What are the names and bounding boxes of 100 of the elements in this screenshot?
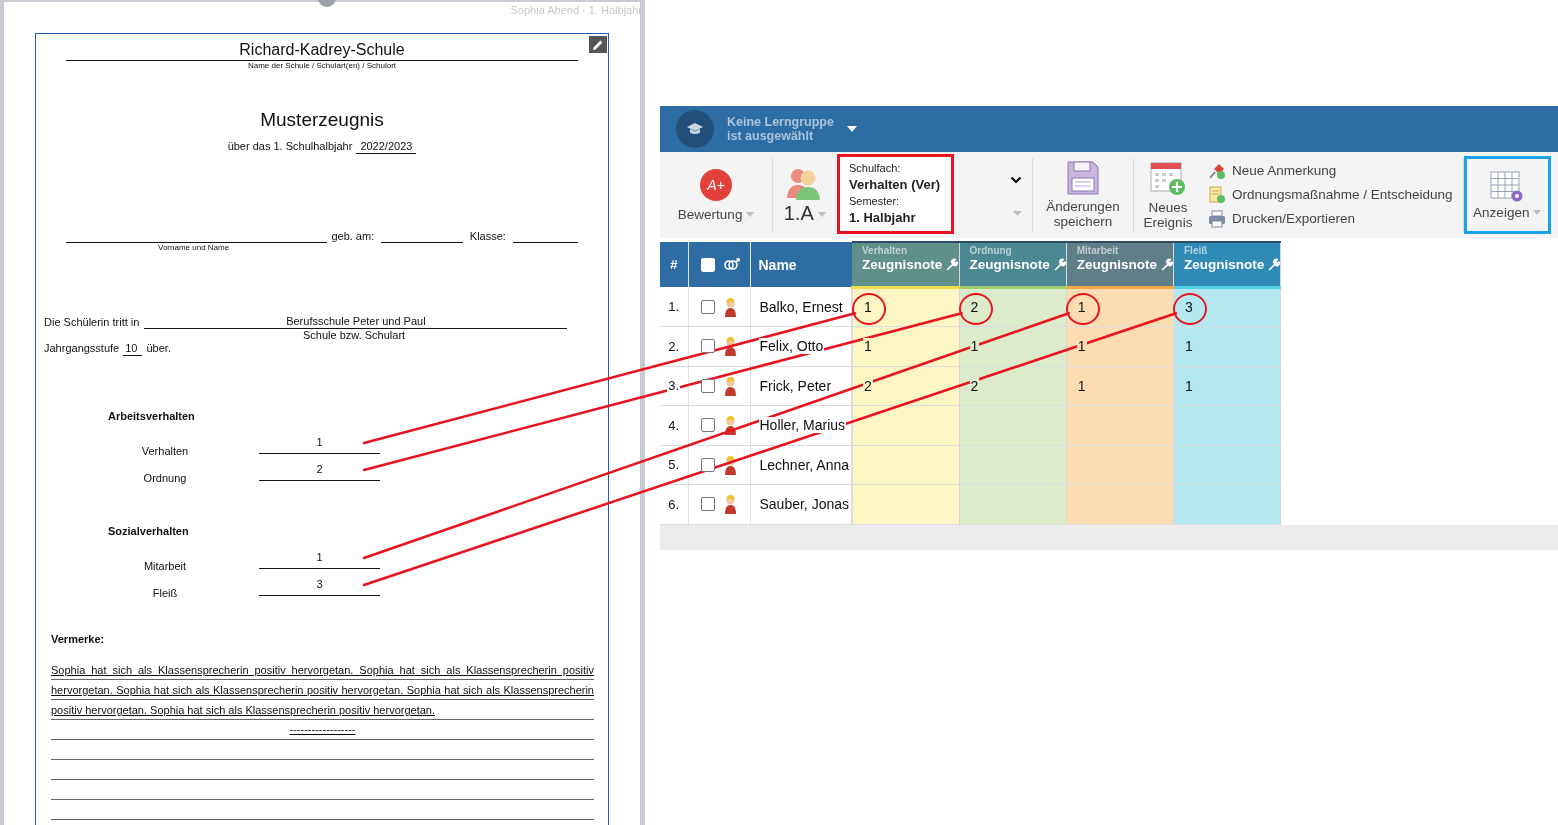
document-title: Musterzeugnis <box>259 109 385 131</box>
person-icon <box>722 454 738 475</box>
person-icon <box>722 415 738 436</box>
save-button[interactable]: Änderungen speichern <box>1033 152 1133 238</box>
row-checkbox[interactable] <box>700 299 715 314</box>
grid-settings-icon <box>1490 170 1525 203</box>
section-title: Sozialverhalten <box>108 524 190 538</box>
wrench-icon[interactable] <box>1160 258 1173 271</box>
wrench-icon[interactable] <box>1052 258 1066 271</box>
row-checkbox[interactable] <box>700 378 715 393</box>
level-suffix: über. <box>146 341 171 356</box>
grade-column-header[interactable]: Fleiß Zeugnisnote <box>1173 242 1281 287</box>
grade-cell[interactable] <box>1066 484 1174 524</box>
grade-cell[interactable] <box>1066 405 1174 445</box>
person-icon <box>722 336 738 357</box>
grading-button[interactable]: A+ Bewertung <box>660 152 772 238</box>
transfer-school: Berufsschule Peter und Paul <box>144 314 568 329</box>
class-label: Klasse: <box>469 229 506 243</box>
grade-column-header[interactable]: Verhalten Zeugnisnote <box>852 242 959 287</box>
toolbar-action[interactable]: Ordnungsmaßnahme / Entscheidung <box>1208 185 1453 205</box>
chevron-down-icon[interactable] <box>1010 176 1022 184</box>
row-checkbox[interactable] <box>700 457 715 472</box>
grade-label: Verhalten <box>140 444 190 458</box>
grade-value: 2 <box>259 461 380 481</box>
section-title: Arbeitsverhalten <box>108 409 196 423</box>
grade-cell[interactable]: 2 <box>959 366 1067 406</box>
grade-column-header[interactable]: Mitarbeit Zeugnisnote <box>1066 242 1174 287</box>
grade-column-header[interactable]: Ordnung Zeugnisnote <box>959 242 1067 287</box>
caret-icon <box>818 211 827 217</box>
grade-cell[interactable]: 1 <box>1066 287 1174 327</box>
wrench-icon[interactable] <box>945 258 959 271</box>
grade-label: Fleiß <box>151 586 179 600</box>
school-caption: Name der Schule / Schulart(en) / Schulort <box>246 61 398 71</box>
caret-icon <box>746 212 755 218</box>
column-header: Name <box>750 242 852 287</box>
grade-cell[interactable] <box>1173 484 1281 524</box>
pin-icon <box>1208 162 1226 180</box>
printer-icon <box>1208 210 1226 228</box>
student-name: Felix, Otto <box>758 338 825 355</box>
grade-cell[interactable] <box>959 484 1067 524</box>
grade-cell[interactable] <box>1066 445 1174 485</box>
row-number: 1. <box>667 299 681 314</box>
display-button[interactable]: Anzeigen <box>1463 156 1551 234</box>
grade-cell[interactable]: 1 <box>1173 366 1281 406</box>
school-name: Richard-Kadrey-Schule <box>66 40 578 61</box>
grade-cell[interactable] <box>959 445 1067 485</box>
row-number: 3. <box>667 378 681 394</box>
wrench-icon[interactable] <box>1267 258 1281 271</box>
grade-cell[interactable]: 1 <box>1066 366 1174 406</box>
person-icon <box>722 296 738 317</box>
name-caption: Vorname und Name <box>158 243 231 253</box>
student-name: Sauber, Jonas <box>758 496 850 513</box>
document-icon <box>1208 186 1226 204</box>
select-all-checkbox[interactable] <box>700 257 715 272</box>
toolbar-action[interactable]: Drucken/Exportieren <box>1208 209 1453 229</box>
student-name: Lechner, Anna <box>758 456 851 473</box>
class-selector[interactable]: 1.A <box>773 152 837 238</box>
grade-cell[interactable] <box>959 405 1067 445</box>
person-icon <box>722 375 738 396</box>
remarks-label: Vermerke: <box>51 632 106 646</box>
toolbar-action[interactable]: Neue Anmerkung <box>1208 161 1453 181</box>
row-checkbox[interactable] <box>700 497 715 512</box>
gender-icon <box>722 257 740 272</box>
grade-cell[interactable]: 2 <box>959 287 1067 327</box>
subject-selector[interactable]: Schulfach: Verhalten (Ver) Semester: 1. Halbjahr <box>837 154 954 234</box>
student-name: Balko, Ernest <box>758 298 844 315</box>
new-event-button[interactable]: Neues Ereignis <box>1134 152 1202 238</box>
grade-value: 1 <box>259 434 380 454</box>
separator-text: ------------------ <box>288 722 357 737</box>
period-label: über das 1. Schulhalbjahr <box>227 139 353 154</box>
grade-cell[interactable] <box>852 484 959 524</box>
grade-cell[interactable]: 1 <box>1173 326 1281 366</box>
grade-cell[interactable]: 1 <box>852 287 959 327</box>
grade-value: 3 <box>259 576 380 596</box>
grade-cell[interactable] <box>1173 405 1281 445</box>
grade-label: Ordnung <box>142 471 188 485</box>
person-icon <box>722 494 738 515</box>
student-name: Holler, Marius <box>758 417 847 434</box>
school-year: 2022/2023 <box>356 139 417 154</box>
grade-label: Mitarbeit <box>142 559 188 573</box>
transfer-caption: Schule bzw. Schulart <box>303 329 407 341</box>
transfer-label: Die Schülerin tritt in <box>44 315 140 329</box>
edit-icon[interactable] <box>589 36 607 53</box>
row-checkbox[interactable] <box>700 339 715 354</box>
graduation-cap-icon[interactable] <box>676 110 714 148</box>
grade-cell[interactable] <box>852 445 959 485</box>
level-label: Jahrgangsstufe <box>44 341 120 356</box>
row-checkbox[interactable] <box>700 418 715 433</box>
caret-icon <box>1533 210 1542 216</box>
level-value: 10 <box>123 341 143 356</box>
birth-label: geb. am: <box>331 229 375 243</box>
grade-cell[interactable] <box>1173 445 1281 485</box>
grade-value: 1 <box>259 549 380 569</box>
grade-cell[interactable] <box>852 405 959 445</box>
drag-handle-icon[interactable] <box>318 0 336 7</box>
caret-icon[interactable] <box>845 125 858 133</box>
column-header: # <box>660 242 688 287</box>
grade-cell[interactable]: 3 <box>1173 287 1281 327</box>
grade-cell[interactable]: 1 <box>1066 326 1174 366</box>
student-name: Frick, Peter <box>758 377 833 394</box>
